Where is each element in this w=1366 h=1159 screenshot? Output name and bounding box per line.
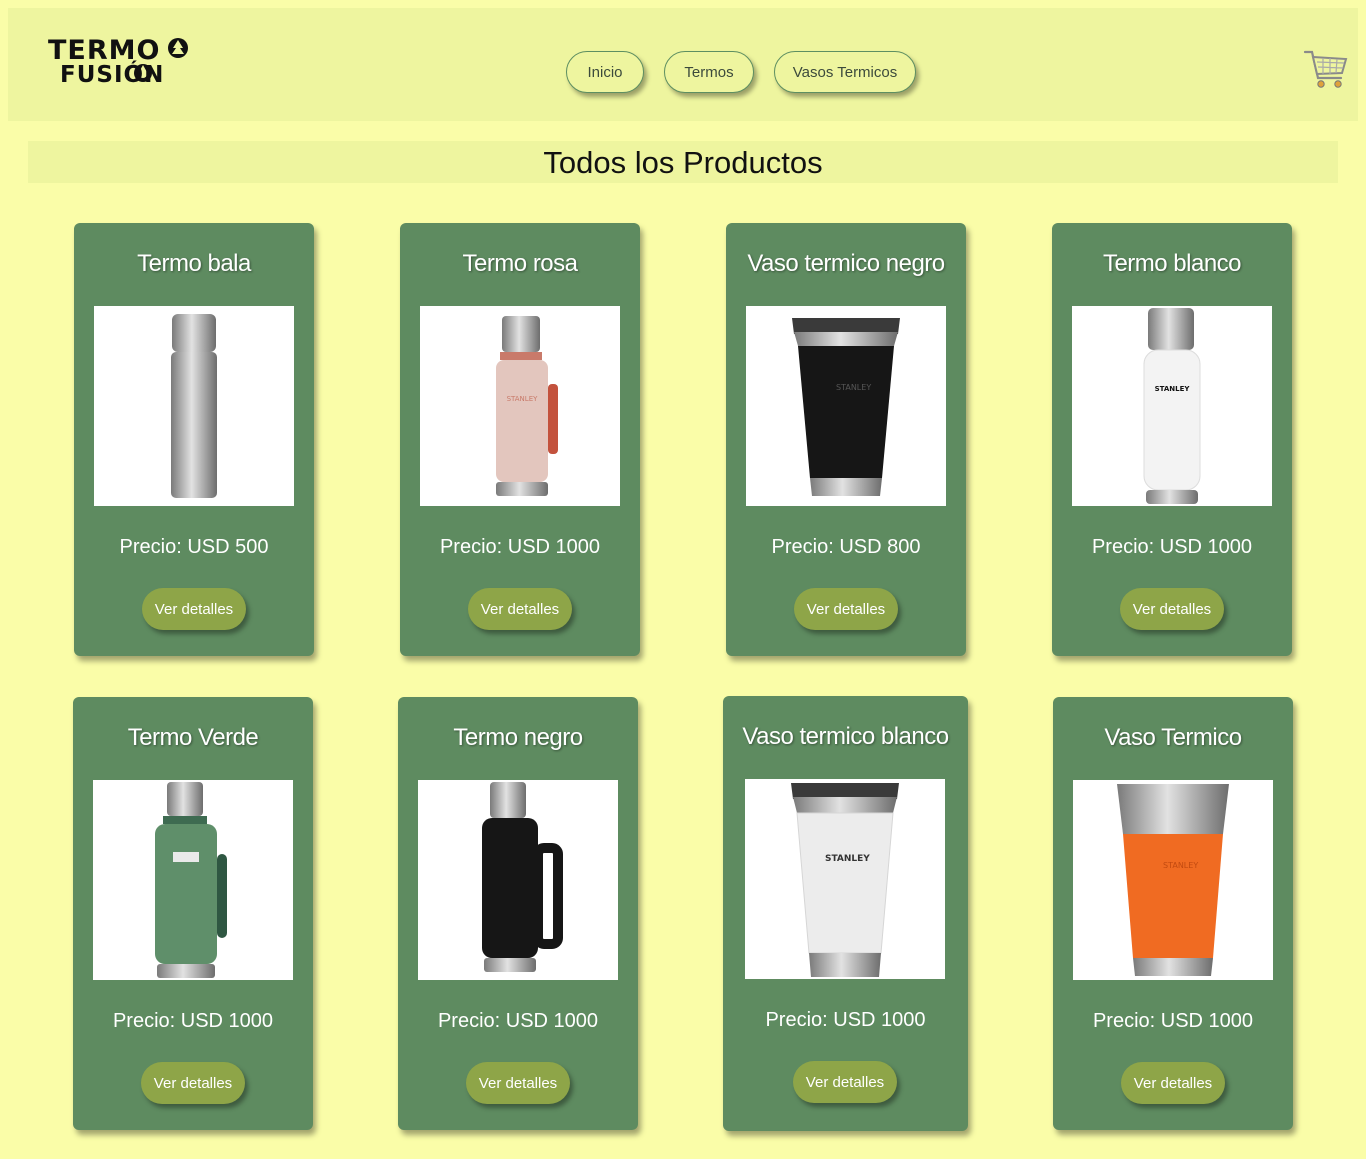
site-header: TERMO FUSIÓN Inicio Termos Vasos Termico… — [8, 8, 1358, 121]
product-card: Termo bala Precio: USD 500 Ver detalles — [74, 223, 314, 656]
product-card: Vaso Termico STANLEY Precio: USD 1000 Ve… — [1053, 697, 1293, 1130]
product-card: Vaso termico negro STANLEY Precio: USD 8… — [726, 223, 966, 656]
product-card: Termo negro Precio: USD 1000 Ver detalle… — [398, 697, 638, 1130]
ver-detalles-button[interactable]: Ver detalles — [1121, 1062, 1225, 1104]
shopping-cart-icon[interactable] — [1303, 48, 1349, 92]
product-card: Termo rosa STANLEY Precio: USD 1000 Ver … — [400, 223, 640, 656]
nav-termos-button[interactable]: Termos — [664, 51, 754, 93]
termo-rosa-image: STANLEY — [496, 316, 558, 496]
ver-detalles-button[interactable]: Ver detalles — [793, 1061, 897, 1103]
svg-text:STANLEY: STANLEY — [825, 854, 870, 864]
termo-fusion-logo[interactable]: TERMO FUSIÓN — [48, 34, 198, 94]
product-image[interactable] — [418, 780, 618, 980]
product-name: Termo bala — [137, 250, 251, 277]
product-name: Termo negro — [453, 724, 583, 751]
logo-line-1: TERMO — [48, 35, 161, 66]
product-price: Precio: USD 500 — [119, 536, 269, 558]
product-image[interactable] — [93, 780, 293, 980]
product-card: Vaso termico blanco STANLEY Precio: USD … — [723, 696, 968, 1131]
product-price: Precio: USD 1000 — [439, 536, 601, 558]
product-name: Vaso termico blanco — [742, 723, 949, 750]
product-image[interactable] — [94, 306, 294, 506]
product-image[interactable]: STANLEY — [745, 779, 945, 979]
product-name: Termo blanco — [1102, 250, 1242, 277]
ver-detalles-button[interactable]: Ver detalles — [468, 588, 572, 630]
product-image[interactable]: STANLEY — [420, 306, 620, 506]
vaso-termico-blanco-image: STANLEY — [791, 783, 899, 977]
termo-bala-image — [171, 314, 217, 498]
svg-text:STANLEY: STANLEY — [836, 383, 871, 392]
product-image[interactable]: STANLEY — [1072, 306, 1272, 506]
ver-detalles-button[interactable]: Ver detalles — [794, 588, 898, 630]
ver-detalles-button[interactable]: Ver detalles — [1120, 588, 1224, 630]
product-image[interactable]: STANLEY — [1073, 780, 1273, 980]
product-name: Vaso Termico — [1104, 724, 1242, 751]
svg-text:STANLEY: STANLEY — [1155, 385, 1191, 393]
product-price: Precio: USD 800 — [771, 536, 921, 558]
product-name: Termo Verde — [127, 724, 259, 751]
nav-inicio-button[interactable]: Inicio — [566, 51, 644, 93]
ver-detalles-button[interactable]: Ver detalles — [141, 1062, 245, 1104]
product-card: Termo Verde Precio: USD 1000 Ver detalle… — [73, 697, 313, 1130]
page-title: Todos los Productos — [28, 141, 1338, 183]
termo-verde-image — [155, 782, 227, 978]
vaso-termico-negro-image: STANLEY — [792, 318, 900, 496]
product-name: Termo rosa — [462, 250, 578, 277]
svg-text:STANLEY: STANLEY — [507, 395, 539, 403]
logo-line-2: FUSIÓN — [60, 62, 165, 88]
vaso-termico-naranja-image: STANLEY — [1117, 784, 1229, 976]
ver-detalles-button[interactable]: Ver detalles — [466, 1062, 570, 1104]
product-name: Vaso termico negro — [747, 250, 945, 277]
pine-tree-icon — [168, 38, 188, 58]
product-price: Precio: USD 1000 — [437, 1010, 599, 1032]
product-price: Precio: USD 1000 — [1092, 1010, 1254, 1032]
product-price: Precio: USD 1000 — [1091, 536, 1253, 558]
ver-detalles-button[interactable]: Ver detalles — [142, 588, 246, 630]
svg-text:STANLEY: STANLEY — [1163, 861, 1198, 870]
nav-vasos-termicos-button[interactable]: Vasos Termicos — [774, 51, 916, 93]
termo-blanco-image: STANLEY — [1143, 308, 1201, 504]
product-card: Termo blanco STANLEY Precio: USD 1000 Ve… — [1052, 223, 1292, 656]
product-price: Precio: USD 1000 — [112, 1010, 274, 1032]
product-price: Precio: USD 1000 — [765, 1009, 926, 1031]
product-image[interactable]: STANLEY — [746, 306, 946, 506]
termo-negro-image — [482, 782, 563, 972]
